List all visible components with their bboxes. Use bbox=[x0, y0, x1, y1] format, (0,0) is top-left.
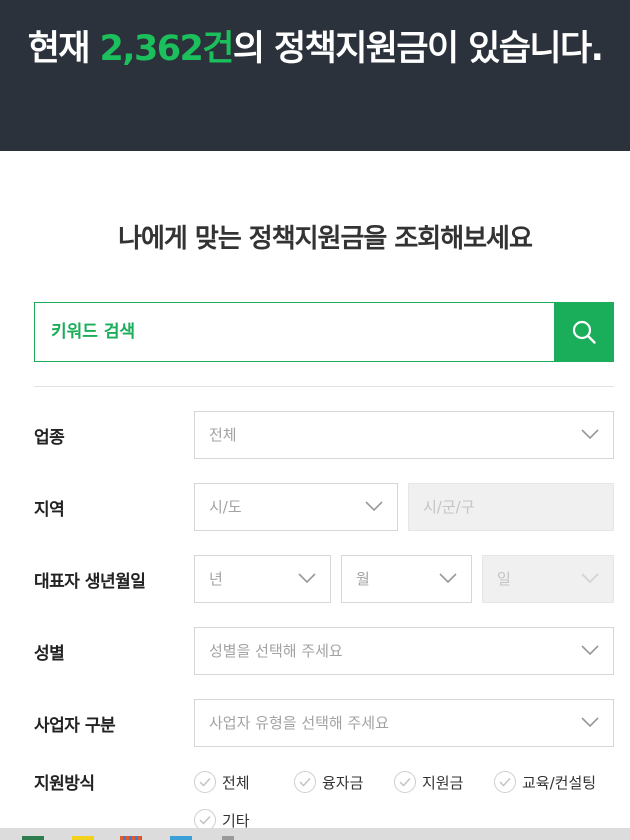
region-district-value: 시/군/구 bbox=[423, 498, 475, 516]
chevron-down-icon bbox=[581, 429, 599, 440]
method-option-grant[interactable]: 지원금 bbox=[394, 771, 463, 793]
check-circle-icon bbox=[294, 771, 316, 793]
chevron-down-icon bbox=[581, 573, 599, 584]
business-type-label: 사업자 구분 bbox=[34, 716, 116, 736]
method-option-label: 교육/컨설팅 bbox=[522, 773, 597, 792]
hero-title: 현재 2,362건의 정책지원금이 있습니다. bbox=[0, 20, 630, 71]
region-city-select[interactable]: 시/도 bbox=[194, 483, 398, 531]
search-bar bbox=[34, 302, 614, 362]
gender-select-value: 성별을 선택해 주세요 bbox=[209, 642, 343, 660]
gender-label: 성별 bbox=[34, 644, 65, 664]
method-option-label: 융자금 bbox=[322, 773, 364, 792]
taskbar-app-icon[interactable] bbox=[120, 836, 142, 840]
os-taskbar bbox=[0, 828, 630, 840]
taskbar-app-icon[interactable] bbox=[222, 836, 234, 840]
birth-day-value: 일 bbox=[497, 570, 511, 588]
birth-month-value: 월 bbox=[356, 570, 370, 588]
birth-label: 대표자 생년월일 bbox=[34, 572, 146, 592]
chevron-down-icon bbox=[581, 717, 599, 728]
search-icon bbox=[572, 320, 596, 344]
method-option-consulting[interactable]: 교육/컨설팅 bbox=[494, 771, 596, 793]
hero-banner: 현재 2,362건의 정책지원금이 있습니다. bbox=[0, 0, 630, 151]
region-label: 지역 bbox=[34, 500, 65, 520]
industry-select[interactable]: 전체 bbox=[194, 411, 614, 459]
birth-year-value: 년 bbox=[209, 570, 223, 588]
business-type-select[interactable]: 사업자 유형을 선택해 주세요 bbox=[194, 699, 614, 747]
hero-title-prefix: 현재 bbox=[27, 29, 100, 69]
chevron-down-icon bbox=[365, 501, 383, 512]
check-circle-icon bbox=[194, 771, 216, 793]
hero-title-suffix: 의 정책지원금이 있습니다. bbox=[232, 29, 604, 69]
method-option-label: 전체 bbox=[222, 773, 250, 792]
method-option-loan[interactable]: 융자금 bbox=[294, 771, 363, 793]
birth-year-select[interactable]: 년 bbox=[194, 555, 331, 603]
check-circle-icon bbox=[394, 771, 416, 793]
taskbar-app-icon[interactable] bbox=[72, 836, 94, 840]
gender-select[interactable]: 성별을 선택해 주세요 bbox=[194, 627, 614, 675]
chevron-down-icon bbox=[298, 573, 316, 584]
region-city-value: 시/도 bbox=[209, 498, 242, 516]
chevron-down-icon bbox=[439, 573, 457, 584]
taskbar-app-icon[interactable] bbox=[170, 836, 192, 840]
birth-day-select: 일 bbox=[482, 555, 614, 603]
method-option-all[interactable]: 전체 bbox=[194, 771, 250, 793]
search-button[interactable] bbox=[554, 302, 614, 362]
industry-select-value: 전체 bbox=[209, 426, 237, 444]
industry-label: 업종 bbox=[34, 428, 65, 448]
section-divider bbox=[34, 386, 614, 387]
check-circle-icon bbox=[494, 771, 516, 793]
support-method-label: 지원방식 bbox=[34, 774, 95, 794]
taskbar-app-icon[interactable] bbox=[22, 836, 44, 840]
method-option-label: 지원금 bbox=[422, 773, 464, 792]
policy-count: 2,362건 bbox=[99, 29, 235, 69]
chevron-down-icon bbox=[581, 645, 599, 656]
search-input[interactable] bbox=[35, 303, 555, 361]
birth-month-select[interactable]: 월 bbox=[341, 555, 472, 603]
region-district-select: 시/군/구 bbox=[408, 483, 614, 531]
business-type-select-value: 사업자 유형을 선택해 주세요 bbox=[209, 714, 389, 732]
page-subtitle: 나에게 맞는 정책지원금을 조회해보세요 bbox=[118, 224, 533, 254]
